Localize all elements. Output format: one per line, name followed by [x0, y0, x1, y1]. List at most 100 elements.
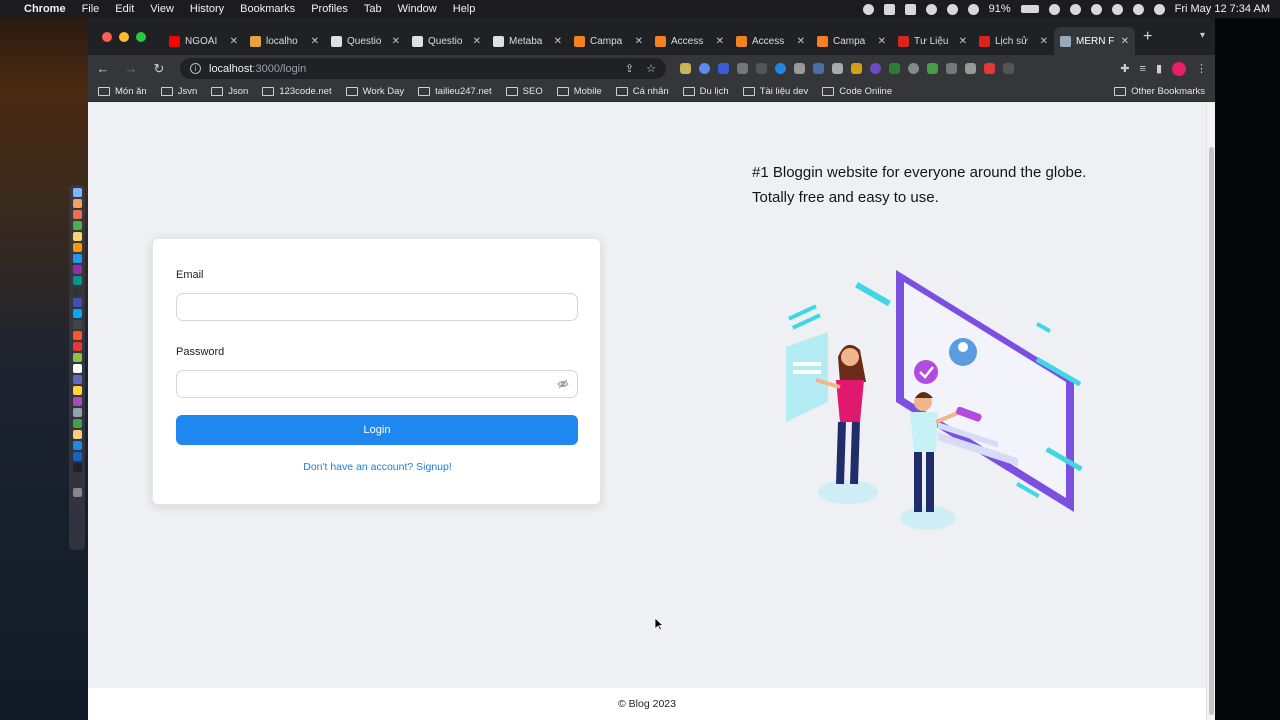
extension-icon[interactable]	[908, 63, 919, 74]
forward-button[interactable]: →	[124, 61, 138, 76]
minimize-window-icon[interactable]	[119, 31, 129, 42]
browser-tab[interactable]: localho ✕	[244, 27, 325, 55]
back-button[interactable]: ←	[96, 61, 110, 76]
extension-icon[interactable]	[680, 63, 691, 74]
volume-icon[interactable]	[1048, 3, 1060, 15]
extension-icon[interactable]	[851, 63, 862, 74]
bookmark-folder[interactable]: SEO	[505, 86, 543, 97]
extension-icon[interactable]	[775, 63, 786, 74]
bookmark-folder[interactable]: Cá nhân	[615, 86, 669, 97]
login-button[interactable]: Login	[176, 415, 578, 445]
browser-tab[interactable]: Tư Liệu ✕	[892, 27, 973, 55]
browser-tab[interactable]: Questio ✕	[325, 27, 406, 55]
grammarly-icon[interactable]	[883, 3, 895, 15]
browser-tab[interactable]: Metaba ✕	[487, 27, 568, 55]
extension-icon[interactable]	[946, 63, 957, 74]
tab-close-icon[interactable]: ✕	[392, 36, 400, 47]
password-field[interactable]	[176, 370, 578, 398]
dock-app-icon[interactable]	[72, 386, 82, 395]
site-info-icon[interactable]: i	[190, 63, 201, 74]
tab-close-icon[interactable]: ✕	[635, 36, 643, 47]
tab-close-icon[interactable]: ✕	[473, 36, 481, 47]
dock-app-icon[interactable]	[72, 441, 82, 450]
dock-app-icon[interactable]	[72, 188, 82, 197]
play-icon[interactable]	[967, 3, 979, 15]
page-scrollbar[interactable]	[1206, 102, 1215, 720]
vpn-icon[interactable]	[904, 3, 916, 15]
side-panel-icon[interactable]: ▮	[1156, 62, 1162, 75]
app-menu[interactable]: Chrome	[24, 3, 66, 15]
menu-history[interactable]: History	[190, 3, 224, 15]
tab-close-icon[interactable]: ✕	[716, 36, 724, 47]
menu-file[interactable]: File	[82, 3, 100, 15]
trash-icon[interactable]	[72, 488, 82, 497]
dock-app-icon[interactable]	[72, 210, 82, 219]
dock-app-icon[interactable]	[72, 287, 82, 296]
extension-icon[interactable]	[794, 63, 805, 74]
extension-icon[interactable]	[699, 63, 710, 74]
address-bar[interactable]: i localhost:3000/login ⇪ ☆	[180, 58, 666, 79]
dock-app-icon[interactable]	[72, 265, 82, 274]
menubar-clock[interactable]: Fri May 12 7:34 AM	[1175, 3, 1270, 15]
bookmark-star-icon[interactable]: ☆	[646, 62, 656, 75]
browser-tab[interactable]: Access ✕	[649, 27, 730, 55]
dock-app-icon[interactable]	[72, 419, 82, 428]
extension-icon[interactable]	[737, 63, 748, 74]
tab-close-icon[interactable]: ✕	[311, 36, 319, 47]
dock-app-icon[interactable]	[72, 320, 82, 329]
menu-help[interactable]: Help	[453, 3, 476, 15]
dock-app-icon[interactable]	[72, 430, 82, 439]
extension-icon[interactable]	[965, 63, 976, 74]
control-center-icon[interactable]	[1153, 3, 1165, 15]
profile-avatar[interactable]	[1172, 61, 1186, 76]
extensions-puzzle-icon[interactable]: ✚	[1120, 62, 1129, 75]
menu-view[interactable]: View	[150, 3, 174, 15]
browser-tab[interactable]: Campa ✕	[811, 27, 892, 55]
extension-icon[interactable]	[889, 63, 900, 74]
extension-icon[interactable]	[756, 63, 767, 74]
browser-tab[interactable]: NGOÀI ✕	[163, 27, 244, 55]
bookmark-folder[interactable]: Jsvn	[160, 86, 197, 97]
menu-tab[interactable]: Tab	[364, 3, 382, 15]
new-tab-button[interactable]: +	[1143, 28, 1152, 46]
bookmark-folder[interactable]: Json	[211, 86, 248, 97]
tab-close-icon[interactable]: ✕	[878, 36, 886, 47]
dock-app-icon[interactable]	[72, 331, 82, 340]
bookmark-folder[interactable]: Tài liệu dev	[742, 86, 808, 97]
dock-app-icon[interactable]	[72, 463, 82, 472]
dock-app-icon[interactable]	[72, 199, 82, 208]
dock-app-icon[interactable]	[72, 276, 82, 285]
browser-tab[interactable]: Access ✕	[730, 27, 811, 55]
bookmark-folder[interactable]: Work Day	[345, 86, 404, 97]
bookmark-folder[interactable]: 123code.net	[262, 86, 332, 97]
reading-list-icon[interactable]: ≡	[1140, 63, 1146, 75]
menu-profiles[interactable]: Profiles	[311, 3, 348, 15]
extension-icon[interactable]	[984, 63, 995, 74]
extension-icon[interactable]	[927, 63, 938, 74]
dock-app-icon[interactable]	[72, 364, 82, 373]
dock-app-icon[interactable]	[72, 452, 82, 461]
extension-icon[interactable]	[813, 63, 824, 74]
spotlight-search-icon[interactable]	[1132, 3, 1144, 15]
reload-button[interactable]: ↻	[152, 61, 166, 77]
bookmark-folder[interactable]: Mobile	[556, 86, 602, 97]
dock-app-icon[interactable]	[72, 375, 82, 384]
scrollbar-thumb[interactable]	[1209, 147, 1214, 715]
tab-close-icon[interactable]: ✕	[554, 36, 562, 47]
dock-app-icon[interactable]	[72, 232, 82, 241]
dock-app-icon[interactable]	[72, 342, 82, 351]
bluetooth-icon[interactable]	[1069, 3, 1081, 15]
bookmark-folder[interactable]: Món ăn	[98, 86, 147, 97]
email-field[interactable]	[176, 293, 578, 321]
bookmark-folder[interactable]: Code Online	[822, 86, 892, 97]
menu-window[interactable]: Window	[398, 3, 437, 15]
bookmark-folder[interactable]: Du lịch	[682, 86, 729, 97]
browser-tab[interactable]: Lịch sử ✕	[973, 27, 1054, 55]
extension-icon[interactable]	[870, 63, 881, 74]
dock-app-icon[interactable]	[72, 221, 82, 230]
tab-close-icon[interactable]: ✕	[959, 36, 967, 47]
extension-icon[interactable]	[1003, 63, 1014, 74]
dock-app-icon[interactable]	[72, 243, 82, 252]
close-window-icon[interactable]	[102, 31, 112, 42]
dock-app-icon[interactable]	[72, 309, 82, 318]
